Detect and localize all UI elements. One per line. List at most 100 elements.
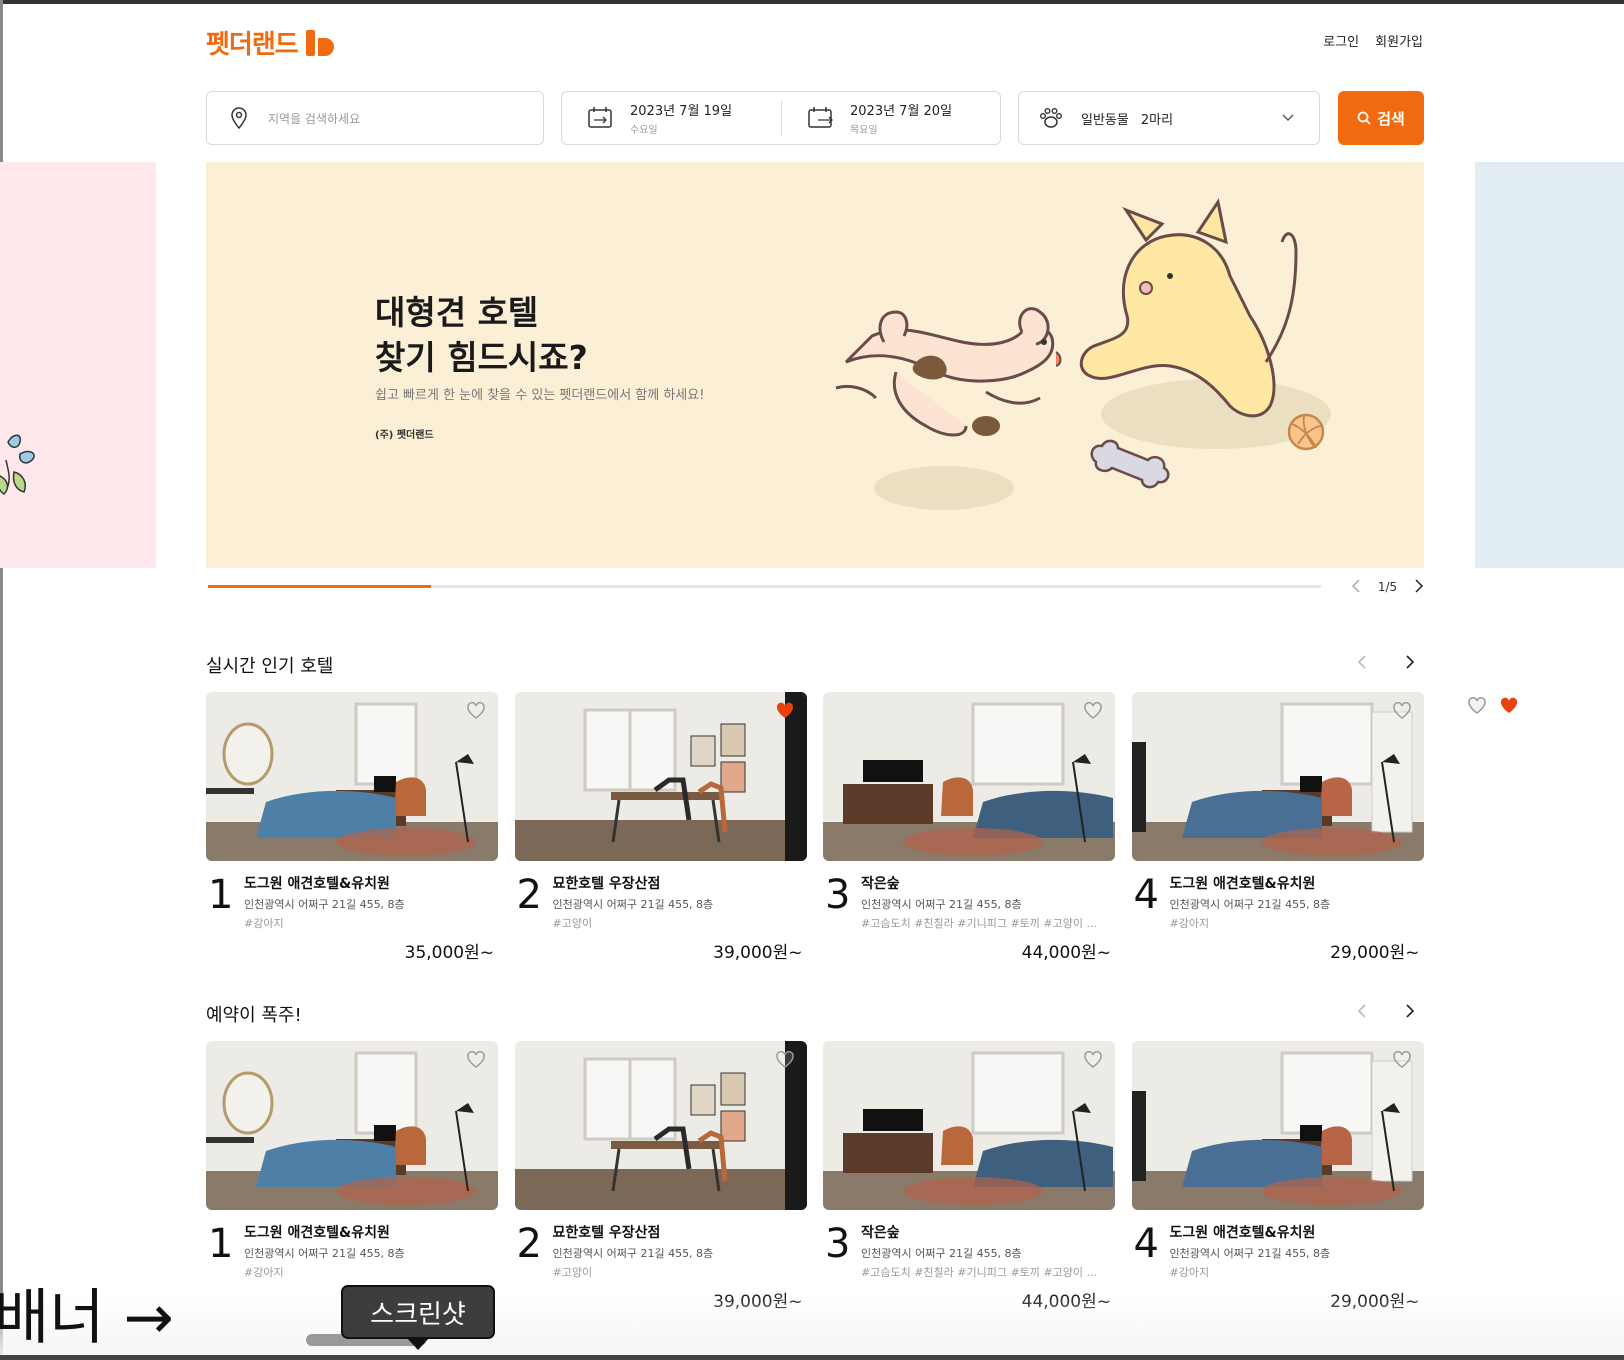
hotel-tags: #강아지 [244, 917, 284, 930]
hotel-tags: #강아지 [1169, 917, 1210, 930]
banner-company: (주) 펫더랜드 [375, 430, 434, 441]
checkout-date[interactable]: 2023년 7월 20일 목요일 [781, 100, 1000, 136]
chevron-down-icon [1281, 109, 1295, 128]
banner-subtitle: 쉽고 빠르게 한 눈에 찾을 수 있는 펫더랜드에서 함께 하세요! [375, 388, 705, 403]
hotel-address: 인천광역시 어쩌구 21길 455, 8층 [244, 898, 405, 911]
hotel-price: 44,000원~ [1021, 1292, 1111, 1312]
section-title-hot: 예약이 폭주! [206, 1005, 302, 1026]
heart-outline-icon[interactable] [1467, 697, 1487, 719]
banner-next-icon[interactable] [1414, 578, 1424, 596]
hotel-name: 작은숲 [861, 1225, 900, 1241]
hotel-card[interactable]: 4 도그원 애견호텔&유치원 인천광역시 어쩌구 21길 455, 8층 #강아… [1131, 1041, 1424, 1312]
card-row-popular: 1 도그원 애견호텔&유치원 인천광역시 어쩌구 21길 455, 8층 #강아… [206, 692, 1424, 963]
hotel-card[interactable]: 3 작은숲 인천광역시 어쩌구 21길 455, 8층 #고슴도치 #친칠라 #… [823, 692, 1115, 963]
hotel-tags: #고양이 [552, 917, 593, 930]
hotel-name: 도그원 애견호텔&유치원 [1169, 1225, 1316, 1241]
hotel-rank: 1 [208, 872, 234, 918]
search-button-label: 검색 [1377, 109, 1405, 128]
hotel-price: 44,000원~ [1021, 943, 1111, 963]
annotation-label: 배너 → [0, 1283, 174, 1353]
date-range-field[interactable]: 2023년 7월 19일 수요일 2023년 7월 20일 목요일 [561, 91, 1001, 145]
hotel-price: 35,000원~ [404, 943, 494, 963]
chevron-right-icon[interactable] [1404, 1003, 1416, 1023]
hotel-address: 인천광역시 어쩌구 21길 455, 8층 [552, 898, 714, 911]
heart-outline-icon[interactable] [1083, 702, 1103, 724]
heart-outline-icon[interactable] [1392, 702, 1412, 724]
hotel-price: 39,000원~ [713, 1292, 803, 1312]
hotel-card[interactable]: 1 도그원 애견호텔&유치원 인천광역시 어쩌구 21길 455, 8층 #강아… [206, 1041, 498, 1311]
hotel-photo[interactable] [1131, 692, 1424, 861]
dogs-playing-illustration [835, 198, 1331, 510]
checkin-date-value: 2023년 7월 19일 [630, 104, 733, 119]
hotel-price: 29,000원~ [1330, 943, 1420, 963]
pet-count: 2마리 [1140, 112, 1174, 128]
checkin-date[interactable]: 2023년 7월 19일 수요일 [562, 92, 781, 144]
banner-next-slide-peek[interactable] [1475, 162, 1624, 568]
heart-outline-icon[interactable] [466, 1051, 486, 1073]
location-search-field[interactable]: 지역을 검색하세요 [206, 91, 544, 145]
card-row-hot: 1 도그원 애견호텔&유치원 인천광역시 어쩌구 21길 455, 8층 #강아… [206, 1041, 1424, 1312]
hotel-photo[interactable] [206, 692, 498, 861]
heart-outline-icon[interactable] [1083, 1051, 1103, 1073]
banner-prev-slide-peek[interactable] [0, 162, 156, 568]
hotel-photo[interactable] [1131, 1041, 1424, 1210]
heart-outline-icon[interactable] [775, 1051, 795, 1073]
hotel-name: 도그원 애견호텔&유치원 [244, 1225, 390, 1241]
section-nav-hot [1356, 1003, 1416, 1023]
hotel-tags: #고슴도치 #친칠라 #기니피그 #토끼 #고양이 ... [861, 917, 1097, 930]
checkin-day: 수요일 [630, 125, 658, 136]
hotel-rank: 4 [1133, 1221, 1159, 1267]
hotel-address: 인천광역시 어쩌구 21길 455, 8층 [861, 1247, 1022, 1260]
site-logo[interactable]: 펫더랜드 [206, 24, 334, 61]
hotel-address: 인천광역시 어쩌구 21길 455, 8층 [552, 1247, 714, 1260]
overflow-hearts [1467, 697, 1519, 719]
hotel-card[interactable]: 3 작은숲 인천광역시 어쩌구 21길 455, 8층 #고슴도치 #친칠라 #… [823, 1041, 1115, 1312]
logo-text: 펫더랜드 [206, 30, 299, 60]
hotel-address: 인천광역시 어쩌구 21길 455, 8층 [1169, 1247, 1331, 1260]
hotel-photo[interactable] [514, 1041, 807, 1210]
hotel-rank: 3 [825, 1221, 851, 1267]
banner-page-indicator: 1/5 [1377, 580, 1398, 594]
hotel-card[interactable]: 1 도그원 애견호텔&유치원 인천광역시 어쩌구 21길 455, 8층 #강아… [206, 692, 498, 963]
hotel-card[interactable]: 2 묘한호텔 우장산점 인천광역시 어쩌구 21길 455, 8층 #고양이 3… [514, 1041, 807, 1312]
login-link[interactable]: 로그인 [1323, 31, 1359, 50]
hotel-rank: 2 [516, 1221, 542, 1267]
hero-banner[interactable]: 대형견 호텔 찾기 힘드시죠? 쉽고 빠르게 한 눈에 찾을 수 있는 펫더랜드… [206, 162, 1424, 568]
hotel-photo[interactable] [823, 1041, 1115, 1210]
hotel-photo[interactable] [823, 692, 1115, 861]
flower-illustration [0, 434, 35, 495]
chevron-left-icon[interactable] [1356, 654, 1368, 674]
heart-outline-icon[interactable] [1392, 1051, 1412, 1073]
hotel-rank: 3 [825, 872, 851, 918]
chevron-right-icon[interactable] [1404, 654, 1416, 674]
checkout-date-value: 2023년 7월 20일 [850, 104, 953, 119]
hotel-tags: #고슴도치 #친칠라 #기니피그 #토끼 #고양이 ... [861, 1266, 1097, 1279]
heart-filled-icon[interactable] [1499, 697, 1519, 719]
window-bottom-border [0, 1355, 1624, 1360]
heart-outline-icon[interactable] [466, 702, 486, 724]
tooltip-tail [406, 1337, 430, 1350]
checkout-day: 목요일 [850, 125, 878, 136]
screenshot-tooltip: 스크린샷 [341, 1285, 495, 1339]
hotel-photo[interactable] [514, 692, 807, 861]
banner-pager: 1/5 [1351, 577, 1424, 597]
hotel-photo[interactable] [206, 1041, 498, 1210]
hotel-card[interactable]: 4 도그원 애견호텔&유치원 인천광역시 어쩌구 21길 455, 8층 #강아… [1131, 692, 1424, 963]
search-button[interactable]: 검색 [1338, 91, 1424, 145]
banner-title-line1: 대형견 호텔 [375, 293, 539, 332]
hotel-name: 작은숲 [861, 876, 900, 892]
hotel-address: 인천광역시 어쩌구 21길 455, 8층 [1169, 898, 1331, 911]
hotel-card[interactable]: 2 묘한호텔 우장산점 인천광역시 어쩌구 21길 455, 8층 #고양이 3… [514, 692, 807, 963]
hotel-rank: 2 [516, 872, 542, 918]
banner-prev-icon[interactable] [1351, 578, 1361, 596]
signup-link[interactable]: 회원가입 [1375, 31, 1423, 50]
location-pin-icon [225, 104, 253, 132]
pet-select[interactable]: 일반동물 2마리 [1018, 91, 1320, 145]
auth-links: 로그인 회원가입 [1323, 31, 1423, 50]
pet-kind: 일반동물 [1081, 112, 1129, 128]
hotel-tags: #고양이 [552, 1266, 593, 1279]
hotel-price: 29,000원~ [1330, 1292, 1420, 1312]
heart-filled-icon[interactable] [775, 702, 795, 724]
chevron-left-icon[interactable] [1356, 1003, 1368, 1023]
search-bar: 지역을 검색하세요 2023년 7월 19일 수요일 2023년 7월 20일 … [206, 91, 1424, 145]
